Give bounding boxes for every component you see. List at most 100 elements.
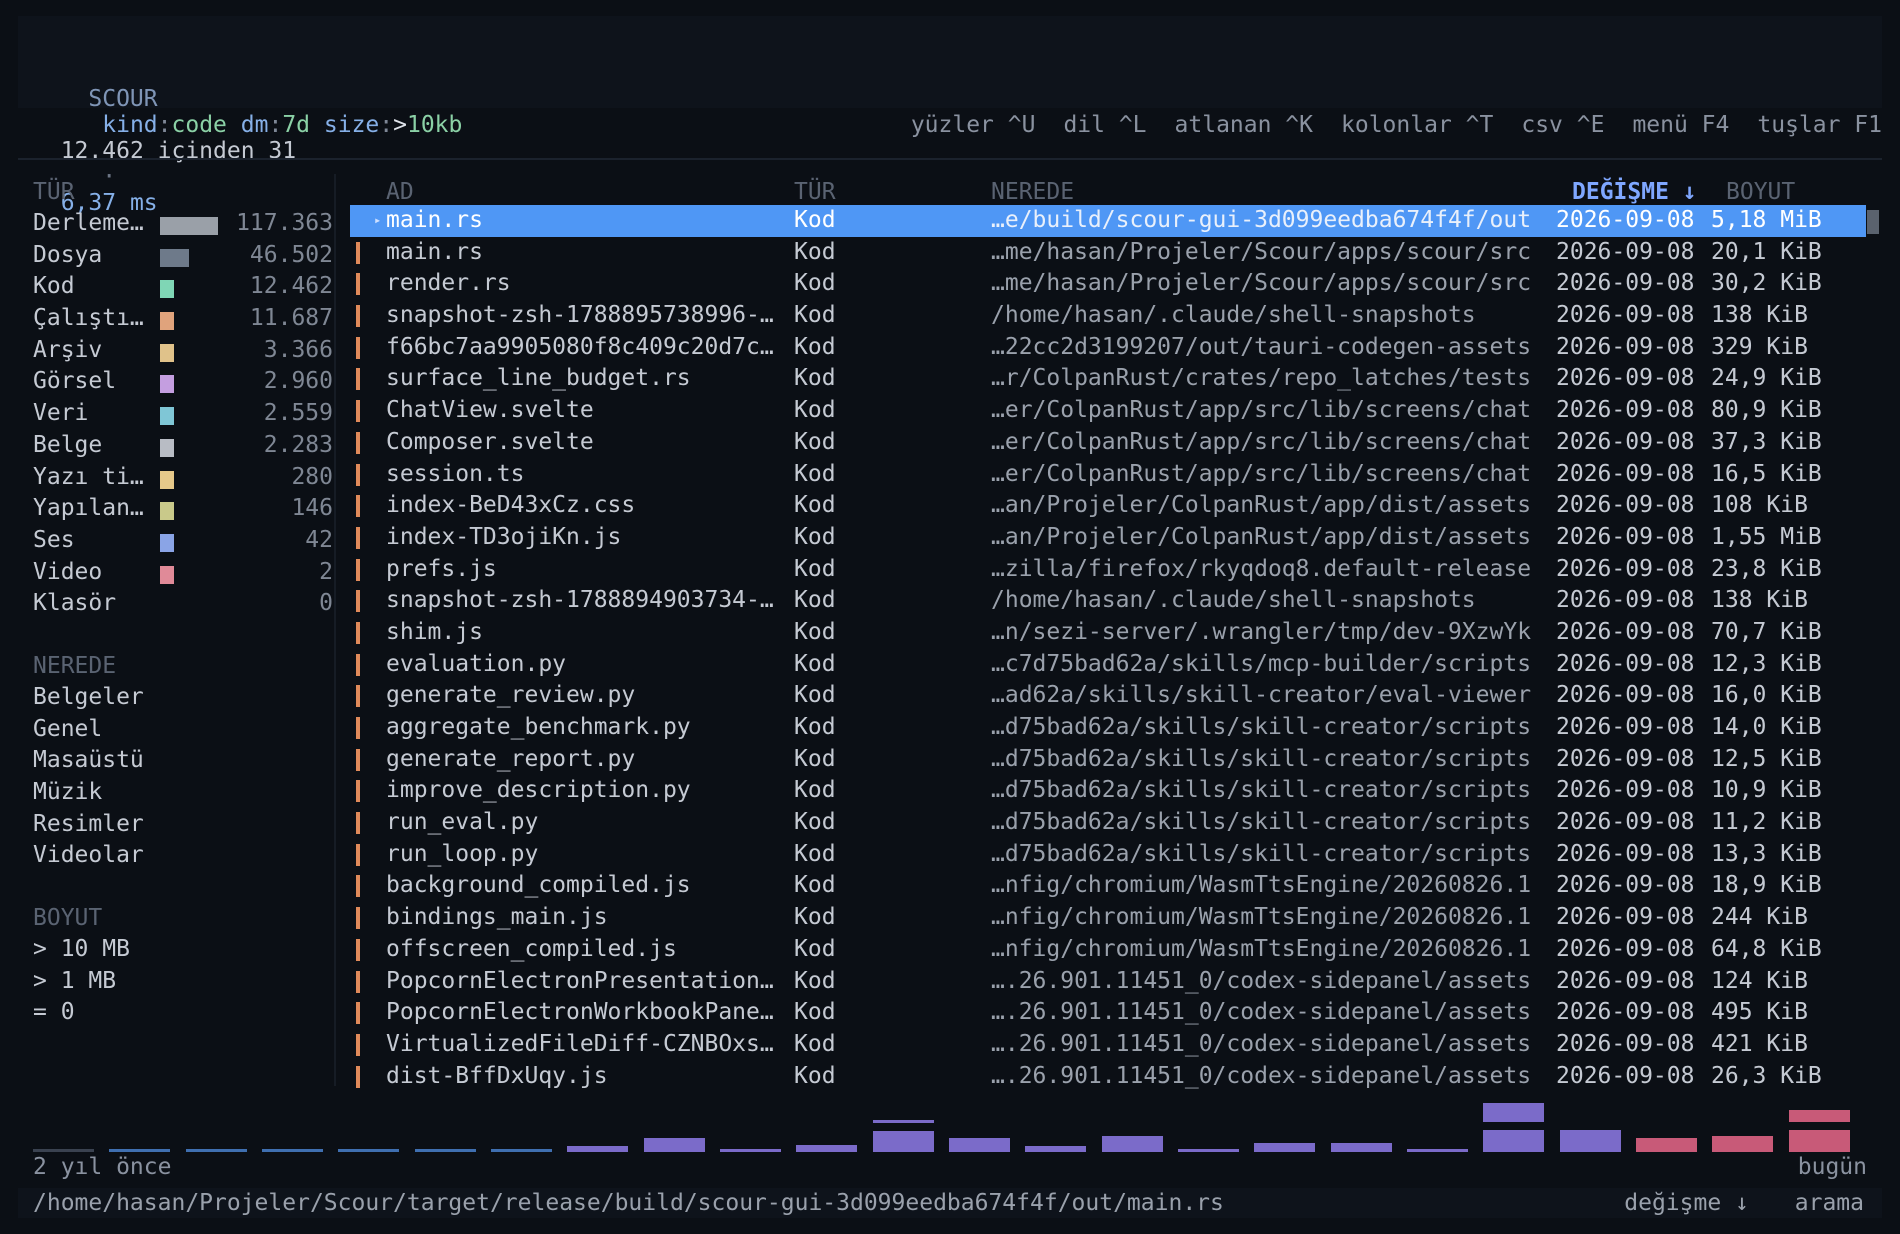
- where-facet-item[interactable]: Masaüstü: [33, 745, 333, 777]
- table-row[interactable]: PopcornElectronPresentation… Kod ….26.901.…: [350, 966, 1866, 998]
- table-row[interactable]: prefs.js Kod …zilla/firefox/rkyqdoq8.defau…: [350, 554, 1866, 586]
- cell-modified: 2026-09-08: [1556, 618, 1695, 645]
- shortcut-hint[interactable]: tuşlar F1: [1757, 112, 1882, 138]
- cell-type: Kod: [794, 967, 836, 994]
- cell-size: 20,1 KiB: [1711, 238, 1822, 265]
- column-header-where[interactable]: NEREDE: [991, 176, 1074, 208]
- table-row[interactable]: evaluation.py Kod …c7d75bad62a/skills/mcp-…: [350, 649, 1866, 681]
- column-header-modified[interactable]: DEĞİŞME ↓: [1572, 176, 1697, 208]
- size-facet-item[interactable]: > 10 MB: [33, 934, 333, 966]
- row-kind-marker: [356, 400, 360, 423]
- cell-type: Kod: [794, 270, 836, 297]
- table-row[interactable]: main.rs Kod …me/hasan/Projeler/Scour/apps/…: [350, 237, 1866, 269]
- scrollbar-thumb[interactable]: [1867, 210, 1879, 234]
- cell-where: /home/hasan/.claude/shell-snapshots: [991, 587, 1476, 614]
- type-facet-label: Belge: [33, 431, 103, 458]
- table-row[interactable]: index-BeD43xCz.css Kod …an/Projeler/Colpan…: [350, 490, 1866, 522]
- type-facet-swatch: [160, 280, 174, 299]
- table-row[interactable]: aggregate_benchmark.py Kod …d75bad62a/skil…: [350, 712, 1866, 744]
- where-facet-item[interactable]: Videolar: [33, 840, 333, 872]
- table-row[interactable]: session.ts Kod …er/ColpanRust/app/src/lib/…: [350, 459, 1866, 491]
- cell-name: background_compiled.js: [386, 872, 691, 899]
- type-facet-item[interactable]: Video 2: [33, 557, 333, 589]
- column-header-type[interactable]: TÜR: [794, 176, 836, 208]
- histogram-start-label: 2 yıl önce: [33, 1154, 172, 1180]
- shortcut-hint[interactable]: atlanan ^K: [1175, 112, 1313, 138]
- cell-size: 14,0 KiB: [1711, 714, 1822, 740]
- where-facet-item[interactable]: Resimler: [33, 809, 333, 841]
- cell-type: Kod: [794, 587, 836, 614]
- shortcut-hint[interactable]: yüzler ^U: [911, 112, 1036, 138]
- table-row[interactable]: run_loop.py Kod …d75bad62a/skills/skill-cr…: [350, 839, 1866, 871]
- shortcut-hint[interactable]: dil ^L: [1063, 112, 1146, 138]
- table-row[interactable]: improve_description.py Kod …d75bad62a/skil…: [350, 775, 1866, 807]
- row-kind-marker: [356, 938, 360, 961]
- shortcut-hint[interactable]: csv ^E: [1521, 112, 1604, 138]
- type-facet-item[interactable]: Derleme… 117.363: [33, 208, 333, 240]
- type-facet-swatch: [160, 343, 174, 362]
- table-row[interactable]: generate_report.py Kod …d75bad62a/skills/s…: [350, 744, 1866, 776]
- column-header-size[interactable]: BOYUT: [1726, 176, 1795, 208]
- type-facet-item[interactable]: Kod 12.462: [33, 271, 333, 303]
- table-row[interactable]: background_compiled.js Kod …nfig/chromium/…: [350, 870, 1866, 902]
- table-row[interactable]: dist-BffDxUqy.js Kod ….26.901.11451_0/code…: [350, 1061, 1866, 1093]
- where-facet-header: NEREDE: [33, 652, 117, 679]
- cell-size: 1,55 MiB: [1711, 523, 1822, 550]
- table-row[interactable]: f66bc7aa9905080f8c409c20d7c… Kod …22cc2d31…: [350, 332, 1866, 364]
- size-facet-item[interactable]: = 0: [33, 997, 333, 1029]
- where-facet-item[interactable]: Müzik: [33, 777, 333, 809]
- type-facet-item[interactable]: Çalıştı… 11.687: [33, 303, 333, 335]
- cell-name: snapshot-zsh-1788895738996-…: [386, 302, 774, 329]
- table-row[interactable]: VirtualizedFileDiff-CZNBOxs… Kod ….26.901.…: [350, 1029, 1866, 1061]
- cell-modified: 2026-09-08: [1556, 302, 1695, 329]
- cell-modified: 2026-09-08: [1556, 428, 1695, 455]
- type-facet-item[interactable]: Belge 2.283: [33, 430, 333, 462]
- column-header-name[interactable]: AD: [386, 176, 414, 208]
- size-facet-item[interactable]: > 1 MB: [33, 966, 333, 998]
- table-row[interactable]: ▸ main.rs Kod …e/build/scour-gui-3d099eedba…: [350, 205, 1866, 237]
- cell-type: Kod: [794, 777, 836, 804]
- table-row[interactable]: surface_line_budget.rs Kod …r/ColpanRust/c…: [350, 363, 1866, 395]
- cell-size: 64,8 KiB: [1711, 935, 1822, 962]
- query-bar[interactable]: SCOUR kind:code dm:7d size:>10kb: [18, 16, 1882, 138]
- table-row[interactable]: snapshot-zsh-1788894903734-… Kod/home/has…: [350, 585, 1866, 617]
- cell-where: …d75bad62a/skills/skill-creator/scripts: [991, 745, 1532, 772]
- where-facet-item[interactable]: Belgeler: [33, 682, 333, 714]
- cell-modified: 2026-09-08: [1556, 840, 1695, 867]
- histogram-bar: [1560, 1130, 1621, 1152]
- type-facet-item[interactable]: Yapılan… 146: [33, 493, 333, 525]
- shortcut-hint[interactable]: menü F4: [1632, 112, 1729, 138]
- table-row[interactable]: PopcornElectronWorkbookPane… Kod ….26.901.…: [350, 997, 1866, 1029]
- type-facet-count: 12.462: [249, 273, 333, 300]
- row-kind-marker: [356, 843, 360, 866]
- cell-size: 138 KiB: [1711, 302, 1808, 329]
- histogram-bar: [1407, 1149, 1468, 1152]
- table-row[interactable]: index-TD3ojiKn.js Kod …an/Projeler/ColpanR…: [350, 522, 1866, 554]
- type-facet-item[interactable]: Görsel 2.960: [33, 366, 333, 398]
- row-kind-marker: [356, 431, 360, 454]
- type-facet-item[interactable]: Veri 2.559: [33, 398, 333, 430]
- type-facet-count: 117.363: [236, 210, 333, 236]
- shortcut-hint[interactable]: kolonlar ^T: [1341, 112, 1493, 138]
- table-row[interactable]: offscreen_compiled.js Kod …nfig/chromium/W…: [350, 934, 1866, 966]
- cell-type: Kod: [794, 428, 836, 455]
- cell-where: …me/hasan/Projeler/Scour/apps/scour/src: [991, 238, 1532, 265]
- table-row[interactable]: run_eval.py Kod …d75bad62a/skills/skill-cr…: [350, 807, 1866, 839]
- type-facet-count: 11.687: [249, 305, 333, 332]
- type-facet-item[interactable]: Klasör 0: [33, 588, 333, 620]
- table-row[interactable]: ChatView.svelte Kod …er/ColpanRust/app/src…: [350, 395, 1866, 427]
- row-kind-marker: [356, 621, 360, 644]
- table-row[interactable]: snapshot-zsh-1788895738996-… Kod/home/has…: [350, 300, 1866, 332]
- table-row[interactable]: render.rs Kod …me/hasan/Projeler/Scour/app…: [350, 268, 1866, 300]
- type-facet-item[interactable]: Ses 42: [33, 525, 333, 557]
- type-facet-item[interactable]: Dosya 46.502: [33, 240, 333, 272]
- cell-where: …an/Projeler/ColpanRust/app/dist/assets: [991, 492, 1532, 519]
- type-facet-item[interactable]: Yazı ti… 280: [33, 462, 333, 494]
- table-row[interactable]: generate_review.py Kod …ad62a/skills/skill…: [350, 680, 1866, 712]
- table-row[interactable]: Composer.svelte Kod …er/ColpanRust/app/src…: [350, 427, 1866, 459]
- table-row[interactable]: shim.js Kod …n/sezi-server/.wrangler/tmp/d…: [350, 617, 1866, 649]
- where-facet-item[interactable]: Genel: [33, 714, 333, 746]
- row-kind-marker: [356, 1002, 360, 1025]
- table-row[interactable]: bindings_main.js Kod …nfig/chromium/WasmTt…: [350, 902, 1866, 934]
- type-facet-item[interactable]: Arşiv 3.366: [33, 335, 333, 367]
